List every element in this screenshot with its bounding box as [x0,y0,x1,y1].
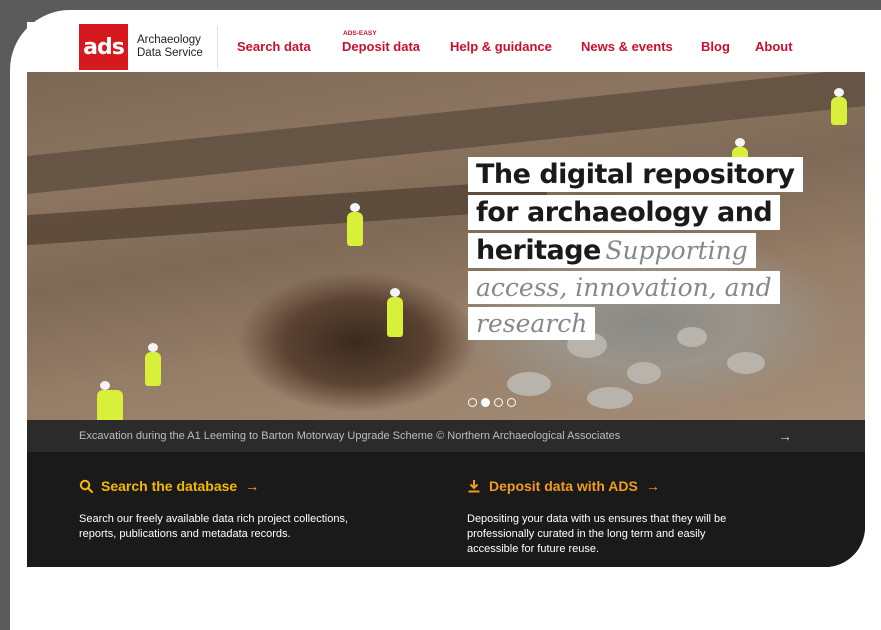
headline-supporting: Supporting [605,236,748,265]
search-desc-line: Search our freely available data rich pr… [79,513,349,525]
feature-cards: Search the database → Search our freely … [27,452,865,567]
logo-text: Archaeology Data Service [137,34,203,60]
headline-line-5: research [468,307,596,340]
carousel-dot[interactable] [481,398,490,407]
deposit-desc-line: accessible for future reuse. [467,543,600,555]
deposit-desc-line: Depositing your data with us ensures tha… [467,513,727,525]
nav-help-guidance[interactable]: Help & guidance [450,39,552,54]
nav-search-data[interactable]: Search data [237,39,311,54]
logo-line-1: Archaeology [137,34,201,46]
site-header: ads Archaeology Data Service Search data… [27,22,865,72]
nav-about[interactable]: About [755,39,793,54]
nav-deposit-tag: ADS-EASY [343,30,377,37]
deposit-data-title: Deposit data with ADS [489,478,638,494]
headline-line-2: for archaeology and [468,195,781,230]
deposit-desc-line: professionally curated in the long term … [467,528,706,540]
hero-rock [627,362,661,384]
headline-line-1: The digital repository [468,157,803,192]
hero-worker [831,88,847,125]
search-database-title: Search the database [101,478,238,494]
logo-mark: ads [79,24,128,70]
search-database-description: Search our freely available data rich pr… [79,512,399,542]
search-database-link[interactable]: Search the database → [79,478,259,494]
logo-line-2: Data Service [137,47,203,59]
carousel-dot[interactable] [507,398,516,407]
image-caption: Excavation during the A1 Leeming to Bart… [79,430,621,442]
carousel-dots [468,398,516,407]
deposit-data-description: Depositing your data with us ensures tha… [467,512,797,557]
headline-line-4: access, innovation, and [468,271,780,304]
headline-line-3: heritage Supporting [468,233,756,268]
headline-heritage: heritage [476,235,601,266]
carousel-dot[interactable] [494,398,503,407]
download-icon [468,480,480,493]
hero-worker [347,203,363,246]
carousel-dot[interactable] [468,398,477,407]
hero-headline: The digital repository for archaeology a… [468,157,808,343]
hero-worker [145,343,161,386]
hero-worker [387,288,403,337]
caption-arrow-icon[interactable]: → [778,420,792,452]
search-icon [79,479,93,493]
nav-blog[interactable]: Blog [701,39,730,54]
hero-image: The digital repository for archaeology a… [27,72,865,420]
header-divider [217,26,218,68]
arrow-right-icon: → [245,478,260,494]
hero-worker [97,381,123,420]
deposit-data-link[interactable]: Deposit data with ADS → [467,478,660,494]
nav-news-events[interactable]: News & events [581,39,673,54]
site-logo[interactable]: ads Archaeology Data Service [79,24,203,70]
search-desc-line: reports, publications and metadata recor… [79,528,291,540]
arrow-right-icon: → [645,478,660,494]
hero-rock [727,352,765,374]
hero-rock [587,387,633,409]
nav-deposit-data[interactable]: Deposit data [342,39,420,54]
website-viewport: ads Archaeology Data Service Search data… [27,22,865,567]
hero-rock [507,372,551,396]
image-caption-bar: Excavation during the A1 Leeming to Bart… [27,420,865,452]
